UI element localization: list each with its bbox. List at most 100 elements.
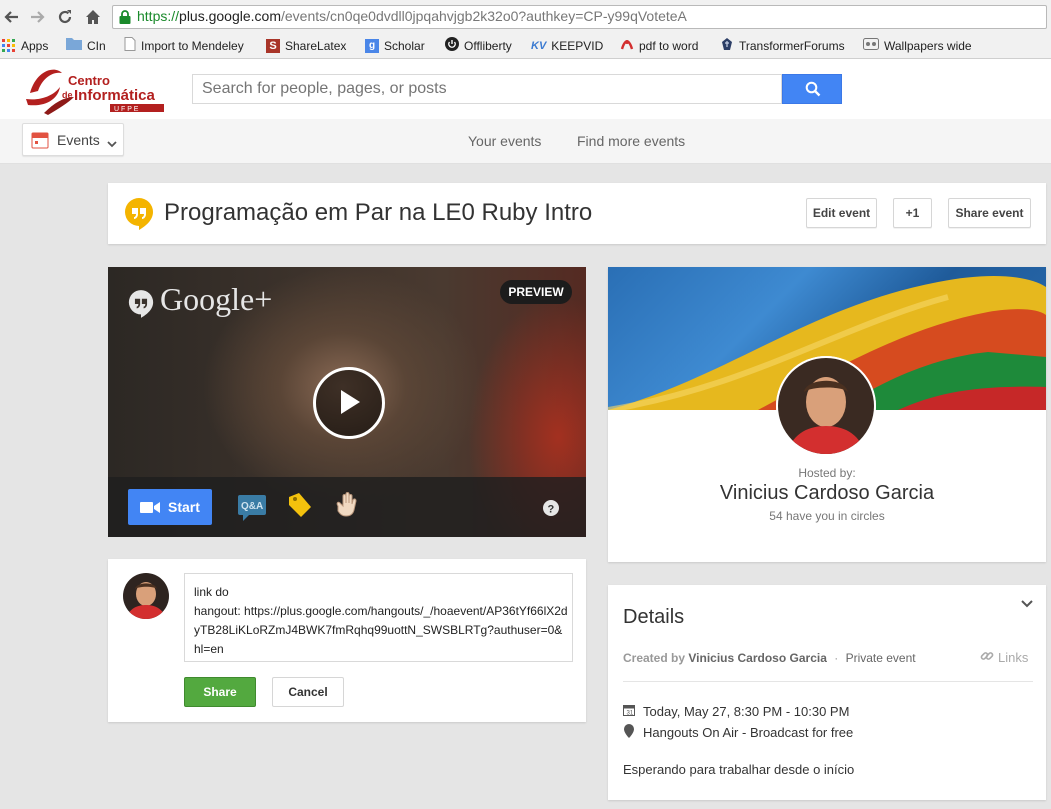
bookmark-offliberty[interactable]: Offliberty [445,36,512,56]
forward-arrow-icon[interactable] [28,8,46,26]
logo-line-2: Informática [74,87,156,104]
divider [623,681,1033,682]
start-label: Start [168,499,200,515]
events-menu-button[interactable]: Events [22,123,124,156]
start-hangout-button[interactable]: Start [128,489,212,525]
chevron-down-icon [107,135,117,153]
comment-textarea[interactable]: link do hangout: https://plus.google.com… [184,573,573,662]
event-title-card: Programação em Par na LE0 Ruby Intro Edi… [108,183,1046,244]
raise-hand-app-icon[interactable] [332,490,362,520]
bookmark-label: ShareLatex [285,39,347,53]
location-pin-icon [623,724,635,741]
cancel-button[interactable]: Cancel [272,677,344,707]
chevron-down-icon[interactable] [1018,595,1036,613]
links-label: Links [998,650,1029,665]
events-menu-label: Events [57,132,100,148]
search-icon [805,81,821,102]
details-card: Details Created by Vinicius Cardoso Garc… [608,585,1046,800]
lock-icon [118,9,132,25]
search-input[interactable] [192,74,782,104]
bookmark-cin[interactable]: CIn [66,36,106,56]
event-title: Programação em Par na LE0 Ruby Intro [164,199,593,226]
cin-logo[interactable]: Centro de Informática U F P E [24,63,169,115]
event-location: Hangouts On Air - Broadcast for free [643,725,854,740]
page-icon [124,36,136,56]
bookmark-label: Scholar [384,39,425,53]
google-plus-brand: Google+ [160,281,273,317]
logo-line-1: Centro [68,73,110,88]
comment-text: link do hangout: https://plus.google.com… [194,585,568,656]
hangout-preview: Google+ PREVIEW Start Q&A ? [108,267,586,537]
address-bar[interactable]: https://plus.google.com/events/cn0qe0dvd… [112,5,1047,29]
svg-text:31: 31 [627,711,634,717]
bookmark-label: Apps [21,39,49,53]
plus-one-button[interactable]: +1 [893,198,932,228]
event-datetime: Today, May 27, 8:30 PM - 10:30 PM [643,704,850,719]
reload-icon[interactable] [56,8,74,26]
host-circles-count: 54 have you in circles [769,509,885,523]
video-camera-icon [140,501,160,519]
url-path: /events/cn0qe0dvdll0jpqahvjgb2k32o0?auth… [280,8,687,24]
user-avatar [123,573,169,619]
hosted-by-label: Hosted by: [798,466,856,480]
bookmark-wallpapers[interactable]: Wallpapers wide [863,36,972,56]
find-more-events-link[interactable]: Find more events [577,133,685,149]
your-events-link[interactable]: Your events [468,133,541,149]
event-location-row: Hangouts On Air - Broadcast for free [623,724,853,741]
calendar-icon [31,131,49,154]
tag-app-icon[interactable] [286,491,314,521]
url-text: https://plus.google.com/events/cn0qe0dvd… [137,8,687,24]
qa-app-icon[interactable]: Q&A [237,492,267,522]
calendar-small-icon: 31 [623,704,635,719]
share-event-button[interactable]: Share event [948,198,1031,228]
logo-line-3: U F P E [114,106,139,113]
privacy-label: Private event [845,651,916,665]
qa-icon-label: Q&A [241,501,263,512]
home-icon[interactable] [84,8,102,26]
comment-card: link do hangout: https://plus.google.com… [108,559,586,722]
bookmark-keepvid[interactable]: KV KEEPVID [531,36,603,56]
created-by-label: Created by [623,651,686,665]
bookmarks-bar: Apps CIn Import to Mendeley S ShareLatex… [0,36,1051,56]
host-name[interactable]: Vinicius Cardoso Garcia [608,482,1046,505]
details-heading: Details [623,606,685,628]
bookmark-label: TransformerForums [739,39,845,53]
creator-name[interactable]: Vinicius Cardoso Garcia [688,651,827,665]
power-icon [445,36,459,56]
host-card: Hosted by: Vinicius Cardoso Garcia 54 ha… [608,267,1046,562]
links-button[interactable]: Links [980,649,1028,666]
site-header: Centro de Informática U F P E [0,59,1051,119]
bookmark-transformerforums[interactable]: TransformerForums [720,36,845,56]
bookmark-pdf-to-word[interactable]: pdf to word [620,36,698,56]
search-button[interactable] [782,74,842,104]
url-host: plus.google.com [179,8,281,24]
pdf-icon [620,37,634,56]
preview-badge: PREVIEW [500,280,572,304]
help-icon[interactable]: ? [543,500,559,516]
transformer-icon [720,37,734,56]
sharelatex-icon: S [266,39,280,53]
edit-event-button[interactable]: Edit event [806,198,877,228]
bookmark-label: CIn [87,39,106,53]
share-button[interactable]: Share [184,677,256,707]
bookmark-label: KEEPVID [551,39,604,53]
scholar-icon: g [365,39,379,53]
bookmark-apps[interactable]: Apps [2,36,48,56]
bookmark-mendeley[interactable]: Import to Mendeley [124,36,244,56]
logo-line-2-prefix: de [62,90,73,100]
bookmark-label: Offliberty [464,39,512,53]
hangouts-icon [124,197,154,236]
separator-dot: · [834,651,839,665]
browser-chrome: https://plus.google.com/events/cn0qe0dvd… [0,0,1051,59]
host-avatar[interactable] [776,356,876,456]
hangout-toolbar: Start Q&A ? [108,477,586,537]
back-arrow-icon[interactable] [3,8,21,26]
folder-icon [66,37,82,55]
events-subnav: Events Your events Find more events [0,119,1051,164]
link-icon [980,649,994,666]
bookmark-sharelatex[interactable]: S ShareLatex [266,36,346,56]
bookmark-scholar[interactable]: g Scholar [365,36,425,56]
created-by-line: Created by Vinicius Cardoso Garcia · Pri… [623,651,916,665]
play-button[interactable] [313,367,385,439]
event-datetime-row: 31 Today, May 27, 8:30 PM - 10:30 PM [623,704,849,719]
